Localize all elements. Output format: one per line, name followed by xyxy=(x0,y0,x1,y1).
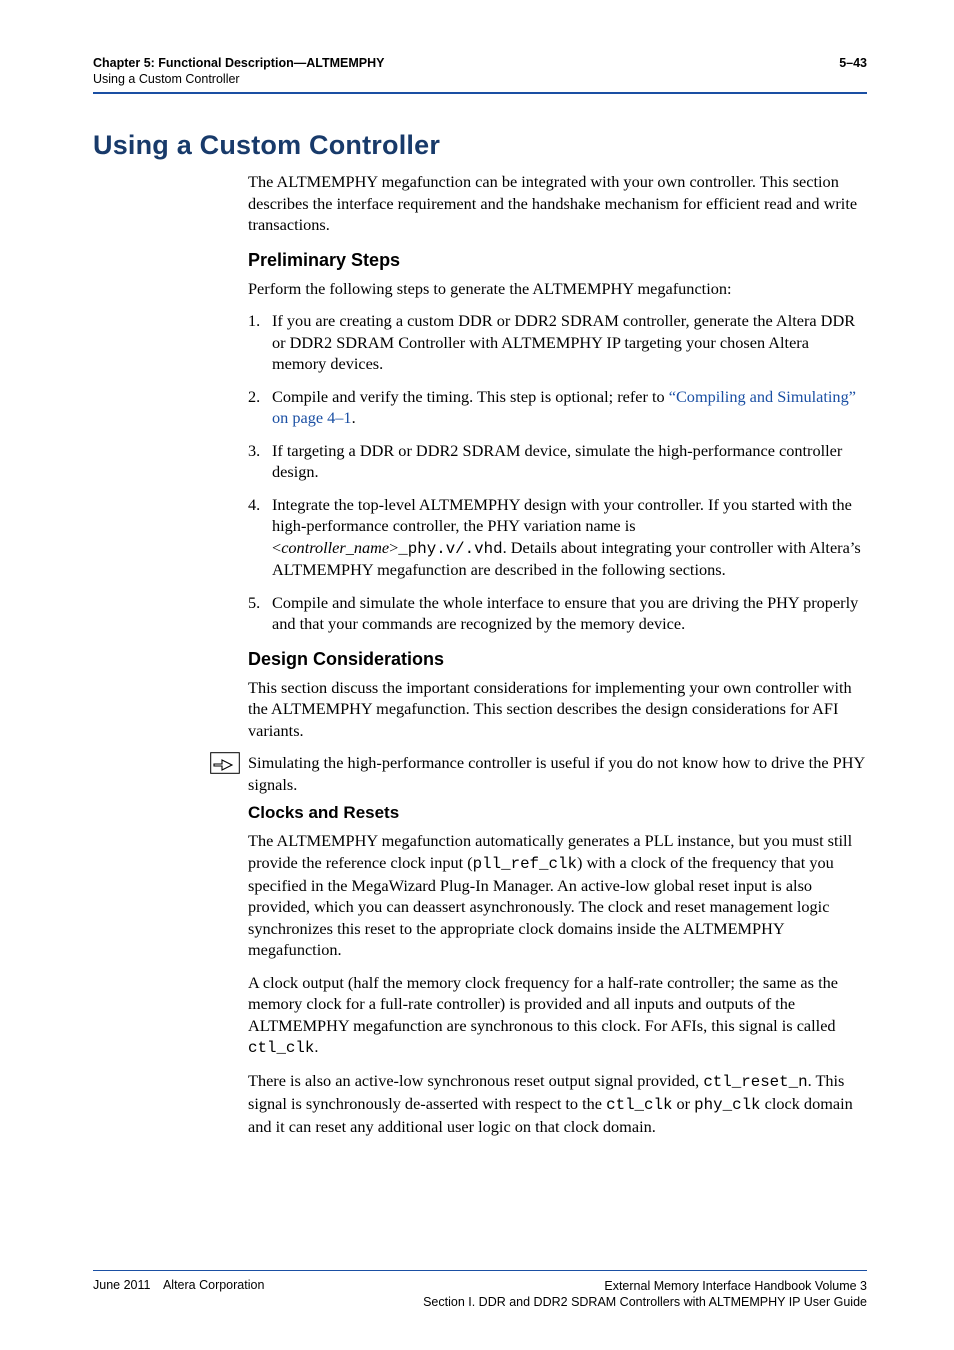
code-phy-clk: phy_clk xyxy=(694,1096,760,1114)
clocks-p2-a: A clock output (half the memory clock fr… xyxy=(248,973,838,1035)
intro-paragraph: The ALTMEMPHY megafunction can be integr… xyxy=(248,171,867,236)
content-area: Using a Custom Controller The ALTMEMPHY … xyxy=(93,130,867,1148)
design-p1: This section discuss the important consi… xyxy=(248,677,867,742)
code-ctl-clk-2: ctl_clk xyxy=(606,1096,672,1114)
footer-right-line2: Section I. DDR and DDR2 SDRAM Controller… xyxy=(423,1294,867,1310)
preliminary-steps-list: If you are creating a custom DDR or DDR2… xyxy=(248,310,867,635)
code-pll-ref-clk: pll_ref_clk xyxy=(473,855,577,873)
note-text: Simulating the high-performance controll… xyxy=(248,752,867,795)
clocks-resets-heading: Clocks and Resets xyxy=(248,803,867,823)
header-chapter: Chapter 5: Functional Description—ALTMEM… xyxy=(93,56,384,72)
header-page-number: 5–43 xyxy=(839,56,867,87)
code-ctl-clk: ctl_clk xyxy=(248,1039,314,1057)
header-rule xyxy=(93,92,867,94)
step-5: Compile and simulate the whole interface… xyxy=(248,592,867,635)
pointing-hand-icon xyxy=(210,752,240,779)
step-2-text-b: . xyxy=(352,408,356,427)
clocks-p2-b: . xyxy=(314,1037,318,1056)
step-2-text-a: Compile and verify the timing. This step… xyxy=(272,387,669,406)
code-ctl-reset-n: ctl_reset_n xyxy=(703,1073,807,1091)
preliminary-steps-heading: Preliminary Steps xyxy=(248,250,867,271)
clocks-p3: There is also an active-low synchronous … xyxy=(248,1070,867,1137)
design-considerations-heading: Design Considerations xyxy=(248,649,867,670)
clocks-p3-a: There is also an active-low synchronous … xyxy=(248,1071,703,1090)
preliminary-lead: Perform the following steps to generate … xyxy=(248,278,867,300)
clocks-p2: A clock output (half the memory clock fr… xyxy=(248,972,867,1059)
step-1: If you are creating a custom DDR or DDR2… xyxy=(248,310,867,375)
footer-left: June 2011 Altera Corporation xyxy=(93,1278,264,1292)
footer-right-line1: External Memory Interface Handbook Volum… xyxy=(423,1278,867,1294)
clocks-p1: The ALTMEMPHY megafunction automatically… xyxy=(248,830,867,960)
note-callout: Simulating the high-performance controll… xyxy=(248,752,867,795)
step-4-emph: controller_name xyxy=(281,538,389,557)
step-4-text-b: > xyxy=(389,538,398,557)
header-section: Using a Custom Controller xyxy=(93,72,384,88)
header-left: Chapter 5: Functional Description—ALTMEM… xyxy=(93,56,384,87)
step-4-code: _phy.v/.vhd xyxy=(398,540,502,558)
footer-right: External Memory Interface Handbook Volum… xyxy=(423,1278,867,1311)
section-heading: Using a Custom Controller xyxy=(93,130,867,161)
clocks-p3-c: or xyxy=(672,1094,694,1113)
step-4: Integrate the top-level ALTMEMPHY design… xyxy=(248,494,867,581)
page-footer: June 2011 Altera Corporation External Me… xyxy=(93,1270,867,1311)
step-2: Compile and verify the timing. This step… xyxy=(248,386,867,429)
step-3: If targeting a DDR or DDR2 SDRAM device,… xyxy=(248,440,867,483)
page-header: Chapter 5: Functional Description—ALTMEM… xyxy=(93,56,867,87)
